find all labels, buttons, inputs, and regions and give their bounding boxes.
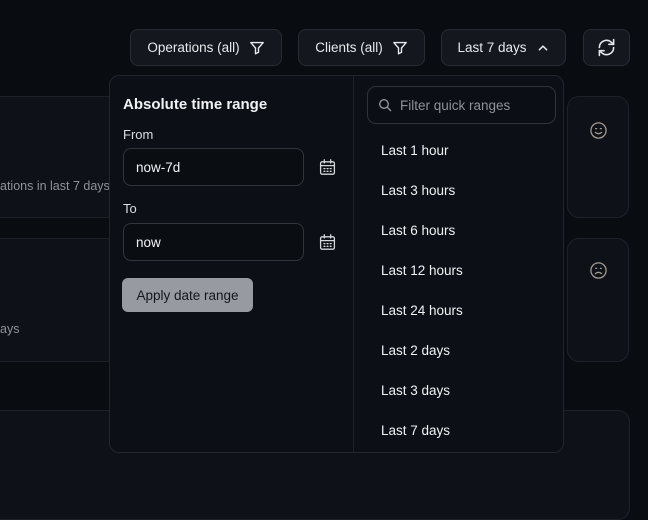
stat-card-caption-fragment: ays xyxy=(0,322,19,336)
refresh-icon xyxy=(597,38,616,57)
refresh-button[interactable] xyxy=(583,29,630,66)
quick-range-filter-input[interactable] xyxy=(367,86,556,124)
calendar-icon xyxy=(318,233,337,252)
from-input[interactable] xyxy=(123,148,304,186)
quick-range-item[interactable]: Last 3 days xyxy=(368,371,560,411)
clients-filter-label: Clients (all) xyxy=(315,40,383,55)
time-range-label: Last 7 days xyxy=(457,40,526,55)
quick-range-item[interactable]: Last 1 hour xyxy=(368,131,560,171)
operations-filter-label: Operations (all) xyxy=(147,40,239,55)
quick-range-item[interactable]: Last 2 days xyxy=(368,331,560,371)
apply-date-range-button[interactable]: Apply date range xyxy=(122,278,253,312)
quick-range-item[interactable]: Last 7 days xyxy=(368,411,560,451)
from-label: From xyxy=(123,127,153,142)
time-range-dropdown-button[interactable]: Last 7 days xyxy=(441,29,566,66)
calendar-icon xyxy=(318,158,337,177)
clients-filter-button[interactable]: Clients (all) xyxy=(298,29,425,66)
absolute-range-title: Absolute time range xyxy=(123,96,267,113)
chevron-up-icon xyxy=(536,41,550,55)
smiley-face-icon xyxy=(587,119,610,147)
time-range-dropdown-panel: Absolute time range From To Apply date r… xyxy=(109,75,564,453)
from-calendar-button[interactable] xyxy=(315,157,339,181)
funnel-icon xyxy=(392,40,408,56)
quick-range-item[interactable]: Last 24 hours xyxy=(368,291,560,331)
operations-filter-button[interactable]: Operations (all) xyxy=(130,29,282,66)
quick-range-filter xyxy=(367,86,556,124)
to-label: To xyxy=(123,201,137,216)
quick-range-item[interactable]: Last 6 hours xyxy=(368,211,560,251)
quick-range-list: Last 1 hour Last 3 hours Last 6 hours La… xyxy=(368,131,560,451)
to-calendar-button[interactable] xyxy=(315,232,339,256)
stat-card-caption-fragment: ations in last 7 days xyxy=(0,179,110,193)
quick-range-item[interactable]: Last 12 hours xyxy=(368,251,560,291)
panel-divider xyxy=(353,76,354,452)
stat-card-row2-right xyxy=(567,238,629,362)
frowning-face-icon xyxy=(587,259,610,287)
to-input[interactable] xyxy=(123,223,304,261)
quick-range-item[interactable]: Last 3 hours xyxy=(368,171,560,211)
funnel-icon xyxy=(249,40,265,56)
stat-card-row1-right xyxy=(567,96,629,218)
